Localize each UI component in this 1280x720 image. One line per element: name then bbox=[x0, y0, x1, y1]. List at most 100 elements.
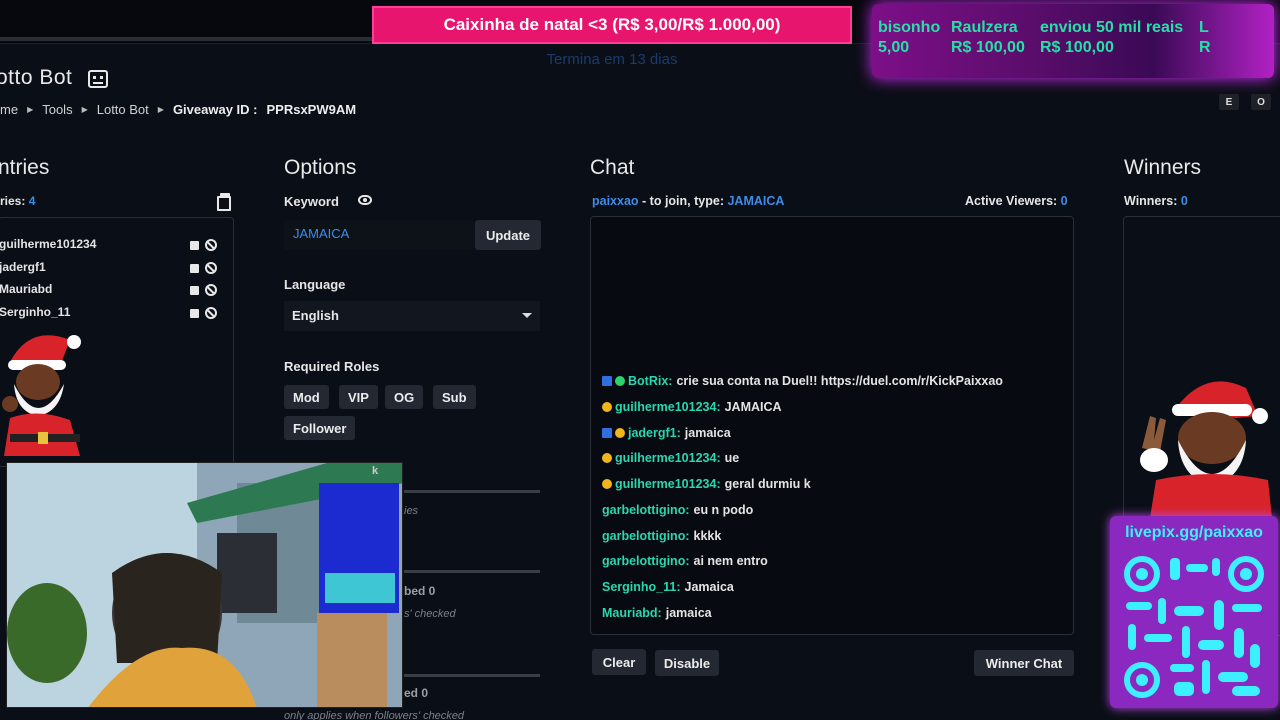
faint-label: k bbox=[372, 465, 379, 477]
livepix-qr-card: livepix.gg/paixxao bbox=[1110, 516, 1278, 708]
slider-track[interactable] bbox=[404, 570, 540, 573]
donor-ticker: bisonho 5,00 Raulzera R$ 100,00 enviou 50 … bbox=[872, 4, 1274, 78]
qr-code-icon bbox=[1124, 556, 1264, 698]
page-title: otto Bot bbox=[0, 66, 73, 89]
checkbox-icon[interactable] bbox=[190, 241, 199, 250]
slider-track[interactable] bbox=[404, 490, 540, 493]
donation-subtitle: Termina em 13 dias bbox=[546, 51, 678, 68]
robot-icon bbox=[88, 70, 108, 88]
faint-label: ies bbox=[404, 505, 419, 517]
chat-user[interactable]: guilherme101234: bbox=[615, 400, 721, 414]
faint-label: ed 0 bbox=[404, 686, 429, 700]
language-value: English bbox=[292, 308, 339, 323]
chat-message: guilherme101234: JAMAICA bbox=[602, 400, 782, 414]
disable-button[interactable]: Disable bbox=[655, 650, 719, 676]
chevron-down-icon bbox=[522, 313, 532, 318]
chat-text: kkkk bbox=[693, 529, 722, 543]
winners-count-label: Winners: bbox=[1124, 194, 1178, 208]
chat-message: Serginho_11: Jamaica bbox=[602, 580, 734, 594]
role-mod-button[interactable]: Mod bbox=[284, 385, 329, 409]
active-viewers: Active Viewers: 0 bbox=[965, 194, 1068, 208]
entries-title: ntries bbox=[0, 156, 50, 179]
chat-message: garbelottigino: eu n podo bbox=[602, 503, 753, 517]
chat-title: Chat bbox=[590, 156, 635, 179]
role-follower-button[interactable]: Follower bbox=[284, 416, 356, 440]
coin-badge-icon bbox=[602, 402, 612, 412]
santa-sticker bbox=[2, 335, 81, 456]
keyword-input[interactable]: JAMAICA bbox=[284, 220, 474, 250]
chat-text: geral durmiu k bbox=[724, 477, 811, 491]
chat-user[interactable]: garbelottigino: bbox=[602, 503, 690, 517]
ticker-item: enviou 50 mil reais R$ 100,00 bbox=[1040, 19, 1184, 56]
coin-badge-icon bbox=[602, 479, 612, 489]
join-keyword: JAMAICA bbox=[727, 194, 785, 208]
sub-badge-icon bbox=[602, 428, 612, 438]
ticker-item: LR bbox=[1199, 19, 1211, 56]
winners-title: Winners bbox=[1124, 156, 1202, 179]
ticker-item: bisonho 5,00 bbox=[878, 19, 941, 56]
breadcrumb-lotto-bot[interactable]: Lotto Bot bbox=[97, 102, 149, 117]
chat-user[interactable]: guilherme101234: bbox=[615, 451, 721, 465]
viewers-label: Active Viewers: bbox=[965, 194, 1058, 208]
slider-track[interactable] bbox=[404, 674, 540, 677]
ban-icon[interactable] bbox=[205, 262, 217, 274]
list-item: jadergf1 bbox=[0, 260, 231, 280]
list-item: Mauriabd bbox=[0, 282, 231, 302]
giveaway-id-label: Giveaway ID : bbox=[172, 102, 258, 117]
chat-text: eu n podo bbox=[693, 503, 754, 517]
ban-icon[interactable] bbox=[205, 239, 217, 251]
role-vip-button[interactable]: VIP bbox=[339, 385, 378, 409]
chat-message: guilherme101234: ue bbox=[602, 451, 739, 465]
chevron-right-icon: ▶ bbox=[27, 105, 34, 114]
faint-label: only applies when followers' checked bbox=[284, 710, 465, 720]
faint-label: bed 0 bbox=[404, 584, 436, 598]
chat-user[interactable]: jadergf1: bbox=[628, 426, 681, 440]
copy-icon[interactable] bbox=[217, 193, 231, 211]
list-item: guilherme101234 bbox=[0, 237, 231, 257]
chat-text: jamaica bbox=[665, 606, 712, 620]
eye-icon[interactable] bbox=[358, 195, 372, 205]
update-button[interactable]: Update bbox=[475, 220, 541, 250]
coin-badge-icon bbox=[602, 453, 612, 463]
chat-message: BotRix: crie sua conta na Duel!! https:/… bbox=[602, 374, 1003, 388]
coin-badge-icon bbox=[615, 428, 625, 438]
chat-message: garbelottigino: ai nem entro bbox=[602, 554, 768, 568]
chat-user[interactable]: BotRix: bbox=[628, 374, 672, 388]
chat-text: ai nem entro bbox=[693, 554, 768, 568]
entry-name: Mauriabd bbox=[0, 282, 53, 296]
chat-log[interactable]: BotRix: crie sua conta na Duel!! https:/… bbox=[590, 216, 1074, 635]
role-og-button[interactable]: OG bbox=[385, 385, 424, 409]
faint-label: s' checked bbox=[404, 608, 456, 620]
chat-user[interactable]: garbelottigino: bbox=[602, 554, 690, 568]
chat-text: Jamaica bbox=[684, 580, 734, 594]
giveaway-id: PPRsxPW9AM bbox=[266, 102, 357, 117]
checkbox-icon[interactable] bbox=[190, 264, 199, 273]
breadcrumb-tools[interactable]: Tools bbox=[42, 102, 72, 117]
chat-message: guilherme101234: geral durmiu k bbox=[602, 477, 811, 491]
join-text: - to join, type: bbox=[642, 194, 724, 208]
chat-user[interactable]: Serginho_11: bbox=[602, 580, 681, 594]
checkbox-icon[interactable] bbox=[190, 309, 199, 318]
santa-sticker bbox=[1140, 381, 1272, 518]
language-select[interactable]: English bbox=[284, 301, 540, 331]
winner-chat-button[interactable]: Winner Chat bbox=[974, 650, 1074, 676]
channel-name[interactable]: paixxao bbox=[592, 194, 639, 208]
chat-user[interactable]: garbelottigino: bbox=[602, 529, 690, 543]
corner-button-e[interactable]: E bbox=[1219, 94, 1239, 110]
entries-count-value: 4 bbox=[28, 194, 36, 208]
chat-message: garbelottigino: kkkk bbox=[602, 529, 721, 543]
keyword-label: Keyword bbox=[284, 194, 339, 209]
breadcrumb: me ▶ Tools ▶ Lotto Bot ▶ Giveaway ID : P… bbox=[0, 102, 356, 117]
corner-button-o[interactable]: O bbox=[1251, 94, 1271, 110]
ticker-item: Raulzera R$ 100,00 bbox=[951, 19, 1025, 56]
ban-icon[interactable] bbox=[205, 284, 217, 296]
chat-user[interactable]: Mauriabd: bbox=[602, 606, 662, 620]
breadcrumb-home[interactable]: me bbox=[0, 102, 18, 117]
chat-text: crie sua conta na Duel!! https://duel.co… bbox=[676, 374, 1003, 388]
chevron-right-icon: ▶ bbox=[157, 105, 164, 114]
role-sub-button[interactable]: Sub bbox=[433, 385, 476, 409]
checkbox-icon[interactable] bbox=[190, 286, 199, 295]
clear-button[interactable]: Clear bbox=[592, 649, 646, 675]
chat-user[interactable]: guilherme101234: bbox=[615, 477, 721, 491]
ban-icon[interactable] bbox=[205, 307, 217, 319]
